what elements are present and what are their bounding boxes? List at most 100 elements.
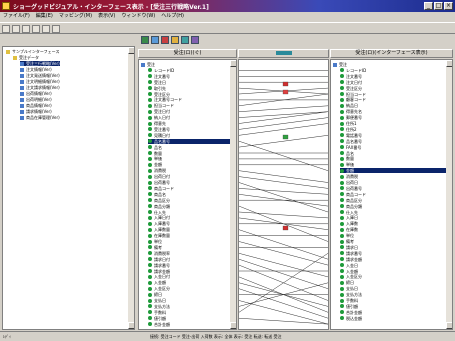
field-item[interactable]: 金額 xyxy=(340,168,452,174)
field-item[interactable]: 入庫日付 xyxy=(148,215,170,220)
tree-item[interactable]: 注文明細情報(Ver) xyxy=(20,79,60,84)
scroll-up-button[interactable] xyxy=(230,60,236,67)
field-item[interactable]: 支払方法 xyxy=(340,292,362,297)
field-item[interactable]: 手数料 xyxy=(148,310,166,315)
tree-item[interactable]: 出荷情報(Ver) xyxy=(20,91,52,96)
field-item[interactable]: 締日 xyxy=(148,292,162,297)
scroll-up-button[interactable] xyxy=(128,47,134,54)
field-item[interactable]: 注文番号 xyxy=(148,74,170,79)
field-item[interactable]: 入金区分 xyxy=(340,274,362,279)
maximize-button[interactable]: □ xyxy=(434,2,443,10)
field-item[interactable]: 得意先名 xyxy=(340,109,362,114)
scroll-down-button[interactable] xyxy=(230,322,236,329)
menu-item[interactable]: 編集(E) xyxy=(36,12,53,21)
mapping-line[interactable] xyxy=(239,111,328,118)
field-item[interactable]: FAX番号 xyxy=(340,145,361,150)
new-file-icon[interactable] xyxy=(2,25,10,33)
mapping-line[interactable] xyxy=(239,105,328,112)
field-item[interactable]: 住所1 xyxy=(340,121,357,126)
field-item[interactable]: 支払日 xyxy=(148,298,166,303)
field-item[interactable]: 入庫日 xyxy=(340,215,358,220)
mapping-line[interactable] xyxy=(239,182,328,213)
field-item[interactable]: 入金区分 xyxy=(148,286,170,291)
mapping-line[interactable] xyxy=(239,300,328,325)
field-item[interactable]: 商品コード xyxy=(148,186,174,191)
field-item[interactable]: 単位 xyxy=(148,239,162,244)
field-item[interactable]: 値引額 xyxy=(148,316,166,321)
field-item[interactable]: 顧客コード xyxy=(340,97,366,102)
minimize-button[interactable]: _ xyxy=(424,2,433,10)
mapping-line[interactable] xyxy=(239,241,328,266)
record-node[interactable]: 受注 xyxy=(333,62,347,67)
field-item[interactable]: 入金日付 xyxy=(148,274,170,279)
field-item[interactable]: 受注区分 xyxy=(340,86,362,91)
field-item[interactable]: 受注日 xyxy=(148,80,166,85)
mapping-line[interactable] xyxy=(239,123,328,136)
field-item[interactable]: 担当コード xyxy=(340,92,366,97)
tree-item[interactable]: 受注三行戦略(Ver) xyxy=(20,61,60,66)
field-item[interactable]: 商品名 xyxy=(148,192,166,197)
field-item[interactable]: 入庫数 xyxy=(340,221,358,226)
field-item[interactable]: 品名 xyxy=(148,145,162,150)
map-add-icon[interactable] xyxy=(141,36,149,44)
map-link-icon[interactable] xyxy=(151,36,159,44)
record-node[interactable]: 受注 xyxy=(141,62,155,67)
function-node-icon[interactable] xyxy=(282,81,289,87)
close-button[interactable]: × xyxy=(444,2,453,10)
field-item[interactable]: 支払方法 xyxy=(148,304,170,309)
field-item[interactable]: 納品日 xyxy=(340,103,358,108)
field-item[interactable]: 請求金額 xyxy=(340,257,362,262)
field-item[interactable]: 合計金額 xyxy=(148,322,170,327)
field-item[interactable]: 消費税 xyxy=(340,174,358,179)
tree-item[interactable]: サンプルインターフェース xyxy=(6,49,59,54)
map-zoom-icon[interactable] xyxy=(181,36,189,44)
field-item[interactable]: 数量 xyxy=(148,151,162,156)
function-node-icon[interactable] xyxy=(282,134,289,140)
field-item[interactable]: 支払日 xyxy=(340,286,358,291)
field-item[interactable]: 住所2 xyxy=(340,127,357,132)
scroll-down-button[interactable] xyxy=(128,322,134,329)
function-node-icon[interactable] xyxy=(282,89,289,95)
field-item[interactable]: 入金日 xyxy=(340,263,358,268)
mapping-line[interactable] xyxy=(239,229,328,260)
field-item[interactable]: 得意先 xyxy=(148,121,166,126)
field-item[interactable]: レコードID xyxy=(148,68,174,73)
field-item[interactable]: 備考 xyxy=(148,245,162,250)
field-item[interactable]: 入金額 xyxy=(340,269,358,274)
map-view-icon[interactable] xyxy=(191,36,199,44)
field-item[interactable]: 商品コード xyxy=(340,192,366,197)
field-item[interactable]: 品名 xyxy=(340,151,354,156)
field-item[interactable]: 消費税 xyxy=(148,168,166,173)
mapping-line[interactable] xyxy=(239,188,328,195)
field-item[interactable]: 請求番号 xyxy=(148,263,170,268)
help-icon[interactable] xyxy=(52,25,60,33)
field-item[interactable]: 消費税率 xyxy=(148,251,170,256)
field-item[interactable]: 注文番号コード xyxy=(148,97,182,102)
field-item[interactable]: 商品分類 xyxy=(148,204,170,209)
field-item[interactable]: 受注日付 xyxy=(148,109,170,114)
tree-item[interactable]: 出荷明細(Ver) xyxy=(20,97,52,102)
field-item[interactable]: 品名番号 xyxy=(148,138,236,144)
mapping-line[interactable] xyxy=(239,140,328,171)
field-item[interactable]: 金額 xyxy=(148,162,162,167)
field-item[interactable]: 値引額 xyxy=(340,304,358,309)
cut-icon[interactable] xyxy=(42,25,50,33)
field-item[interactable]: 出荷日付 xyxy=(148,174,170,179)
field-item[interactable]: 請求金額 xyxy=(148,269,170,274)
field-item[interactable]: 入庫番号 xyxy=(148,221,170,226)
mapping-line[interactable] xyxy=(239,117,328,130)
field-item[interactable]: 税込金額 xyxy=(340,316,362,321)
field-item[interactable]: 注文番号 xyxy=(340,74,362,79)
field-item[interactable]: 取引先 xyxy=(148,86,166,91)
mapping-area[interactable] xyxy=(238,59,329,330)
menu-item[interactable]: 表示(V) xyxy=(98,12,115,21)
field-item[interactable]: 入金額 xyxy=(148,280,166,285)
mapping-line[interactable] xyxy=(239,111,328,124)
print-icon[interactable] xyxy=(32,25,40,33)
field-item[interactable]: 担当コード xyxy=(148,103,174,108)
mapping-line[interactable] xyxy=(239,258,328,289)
field-item[interactable]: 単価 xyxy=(340,162,354,167)
field-item[interactable]: 商品分類 xyxy=(340,204,362,209)
field-item[interactable]: 受注区分 xyxy=(148,92,170,97)
target-scrollbar[interactable] xyxy=(446,60,452,329)
